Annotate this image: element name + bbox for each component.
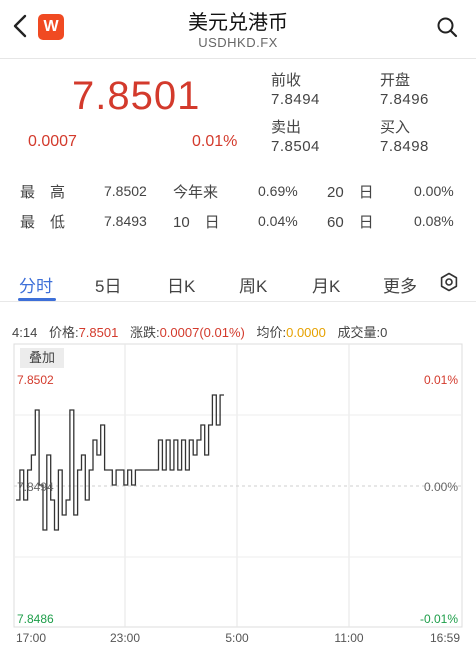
x-tick-label: 5:00 [225, 631, 249, 645]
tab-divider [0, 301, 476, 302]
last-price: 7.8501 [72, 74, 201, 118]
pct-mid-label: 0.00% [424, 480, 458, 494]
prev-close-label: 前收 [271, 72, 302, 89]
pct-bottom-label: -0.01% [420, 612, 458, 626]
price-change-percent: 0.01% [192, 133, 238, 150]
search-icon[interactable] [436, 16, 458, 38]
buy-label: 买入 [380, 119, 411, 136]
20-day-value: 0.00% [414, 183, 454, 199]
10-day-value: 0.04% [258, 213, 298, 229]
info-time: 4:14 [12, 325, 38, 340]
info-price-label: 价格: [48, 325, 79, 340]
tab-5-day[interactable]: 5日 [95, 272, 121, 297]
symbol-code: USDHKD.FX [198, 35, 278, 50]
intraday-chart[interactable]: 7.8502 7.8494 7.8486 0.01% 0.00% -0.01% … [0, 340, 476, 653]
ytd-label: 今年来 [173, 184, 219, 201]
header-divider [0, 58, 476, 59]
tab-weekly-k[interactable]: 周K [239, 272, 267, 297]
page-title: 美元兑港币 [188, 12, 288, 34]
60-day-value: 0.08% [414, 213, 454, 229]
tab-daily-k[interactable]: 日K [167, 272, 195, 297]
info-volume-label: 成交量: [337, 325, 381, 340]
open-value: 7.8496 [380, 91, 429, 108]
info-volume: 0 [380, 325, 388, 340]
10-day-label: 10 日 [173, 214, 220, 231]
low-label: 最 低 [20, 214, 66, 231]
y-bottom-label: 7.8486 [17, 612, 54, 626]
y-mid-label: 7.8494 [17, 480, 54, 494]
y-top-label: 7.8502 [17, 373, 54, 387]
tab-intraday[interactable]: 分时 [19, 272, 53, 297]
settings-icon[interactable] [439, 272, 459, 292]
info-line: 4:14 价格:7.8501 涨跌:0.0007(0.01%) 均价:0.000… [12, 322, 387, 341]
info-avg: 0.0000 [286, 325, 326, 340]
pct-top-label: 0.01% [424, 373, 458, 387]
high-value: 7.8502 [104, 183, 147, 199]
tab-monthly-k[interactable]: 月K [312, 272, 340, 297]
info-price: 7.8501 [78, 325, 119, 340]
price-change: 0.0007 [28, 133, 77, 150]
x-tick-label: 23:00 [110, 631, 140, 645]
20-day-label: 20 日 [327, 184, 374, 201]
buy-value: 7.8498 [380, 138, 429, 155]
60-day-label: 60 日 [327, 214, 374, 231]
info-change-label: 涨跌: [129, 325, 160, 340]
sell-label: 卖出 [271, 119, 302, 136]
info-change: 0.0007(0.01%) [159, 325, 245, 340]
low-value: 7.8493 [104, 213, 147, 229]
x-tick-label: 11:00 [334, 631, 363, 645]
high-label: 最 高 [20, 184, 66, 201]
x-tick-label: 17:00 [16, 631, 46, 645]
x-tick-label: 16:59 [430, 631, 460, 645]
sell-value: 7.8504 [271, 138, 320, 155]
ytd-value: 0.69% [258, 183, 298, 199]
info-avg-label: 均价: [256, 325, 287, 340]
open-label: 开盘 [380, 72, 411, 89]
tab-more[interactable]: 更多 [383, 272, 417, 297]
overlay-button[interactable]: 叠加 [20, 348, 64, 368]
prev-close-value: 7.8494 [271, 91, 320, 108]
